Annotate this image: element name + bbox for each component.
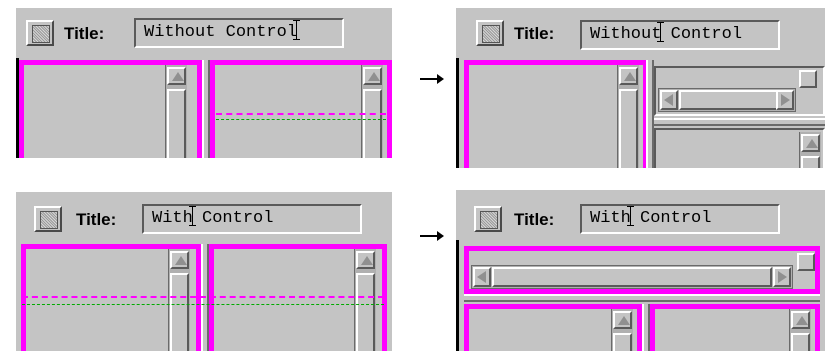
right-pane-vscrollbar[interactable] <box>361 65 383 158</box>
title-input-before-cursor: With <box>590 209 631 228</box>
title-label: Title: <box>64 24 105 43</box>
scroll-thumb[interactable] <box>619 89 638 168</box>
horizontal-sash[interactable] <box>654 118 825 126</box>
scroll-thumb[interactable] <box>170 273 189 351</box>
arrow-right-icon <box>420 74 444 84</box>
title-label: Title: <box>514 24 555 43</box>
right-pane-vscrollbar[interactable] <box>354 249 376 351</box>
title-button[interactable] <box>26 20 54 46</box>
scroll-thumb[interactable] <box>801 156 820 168</box>
title-button[interactable] <box>34 206 62 232</box>
scroll-left-arrow-icon[interactable] <box>660 90 678 110</box>
bottom-right-pane <box>650 304 820 351</box>
scroll-thumb[interactable] <box>679 90 779 110</box>
split-guide-line <box>216 113 386 115</box>
scroll-thumb[interactable] <box>356 273 375 351</box>
scroll-right-arrow-icon[interactable] <box>773 267 791 287</box>
title-input[interactable]: Without Control <box>134 18 344 48</box>
left-pane-vscrollbar[interactable] <box>168 249 190 351</box>
scroll-thumb[interactable] <box>363 89 382 158</box>
left-pane-vscrollbar[interactable] <box>617 65 639 168</box>
title-label: Title: <box>514 210 555 229</box>
scroll-up-arrow-icon[interactable] <box>356 251 375 269</box>
title-button-icon <box>480 211 498 229</box>
title-bar: Title: With Control <box>456 190 825 240</box>
vertical-sash[interactable] <box>642 304 650 351</box>
bottom-left-vscrollbar[interactable] <box>611 309 633 351</box>
bottom-left-pane <box>464 304 642 351</box>
scroll-up-arrow-icon[interactable] <box>801 134 820 152</box>
lower-right-pane <box>654 128 825 168</box>
text-cursor <box>188 206 196 226</box>
scroll-corner <box>797 253 815 271</box>
title-input-after-cursor: Control <box>629 209 712 228</box>
upper-right-pane <box>654 66 825 116</box>
scroll-right-arrow-icon[interactable] <box>776 90 794 110</box>
scroll-up-arrow-icon[interactable] <box>170 251 189 269</box>
scroll-up-arrow-icon[interactable] <box>363 67 382 85</box>
scroll-thumb[interactable] <box>167 89 186 158</box>
text-cursor <box>626 206 634 226</box>
split-guide-line <box>216 119 386 120</box>
title-input-after-cursor: Control <box>660 25 743 44</box>
title-button-icon <box>32 25 50 43</box>
split-guide-line <box>22 296 384 298</box>
upper-right-hscrollbar[interactable] <box>658 88 796 112</box>
title-input-value: Without Control <box>144 23 298 42</box>
title-button-icon <box>482 25 500 43</box>
left-pane-vscrollbar[interactable] <box>165 65 187 158</box>
panel-without-control-before: Title: Without Control <box>16 8 392 158</box>
split-guide-line <box>22 304 384 305</box>
title-bar: Title: Without Control <box>456 8 825 58</box>
title-input[interactable]: With Control <box>580 204 780 234</box>
panel-without-control-after: Title: Without Control <box>456 8 825 168</box>
panel-with-control-after: Title: With Control <box>456 190 825 351</box>
title-input[interactable]: Without Control <box>580 20 780 50</box>
vertical-sash[interactable] <box>202 60 210 158</box>
title-bar: Title: Without Control <box>16 8 392 58</box>
left-pane <box>19 60 202 158</box>
title-label: Title: <box>76 210 117 229</box>
scroll-corner <box>799 70 817 88</box>
arrow-right-icon <box>420 231 444 241</box>
title-button[interactable] <box>474 206 502 232</box>
horizontal-sash[interactable] <box>464 294 820 302</box>
title-input-after-cursor: Control <box>191 209 274 228</box>
title-input[interactable]: With Control <box>142 204 362 234</box>
title-bar: Title: With Control <box>16 192 392 242</box>
scroll-up-arrow-icon[interactable] <box>613 311 632 329</box>
top-pane <box>464 246 820 294</box>
right-pane <box>210 60 392 158</box>
title-input-before-cursor: With <box>152 209 193 228</box>
scroll-thumb[interactable] <box>613 333 632 351</box>
scroll-up-arrow-icon[interactable] <box>619 67 638 85</box>
scroll-thumb[interactable] <box>492 267 772 287</box>
text-cursor <box>293 20 301 40</box>
title-button[interactable] <box>476 20 504 46</box>
panel-with-control-before: Title: With Control <box>16 192 392 351</box>
title-button-icon <box>40 211 58 229</box>
bottom-right-vscrollbar[interactable] <box>789 309 811 351</box>
text-cursor <box>657 22 665 42</box>
left-pane <box>464 60 648 168</box>
scroll-thumb[interactable] <box>791 333 810 351</box>
top-pane-hscrollbar[interactable] <box>471 265 793 289</box>
scroll-up-arrow-icon[interactable] <box>167 67 186 85</box>
title-input-before-cursor: Without <box>590 25 662 44</box>
scroll-left-arrow-icon[interactable] <box>473 267 491 287</box>
scroll-up-arrow-icon[interactable] <box>791 311 810 329</box>
lower-right-vscrollbar[interactable] <box>799 132 821 168</box>
vertical-sash[interactable] <box>646 60 654 168</box>
